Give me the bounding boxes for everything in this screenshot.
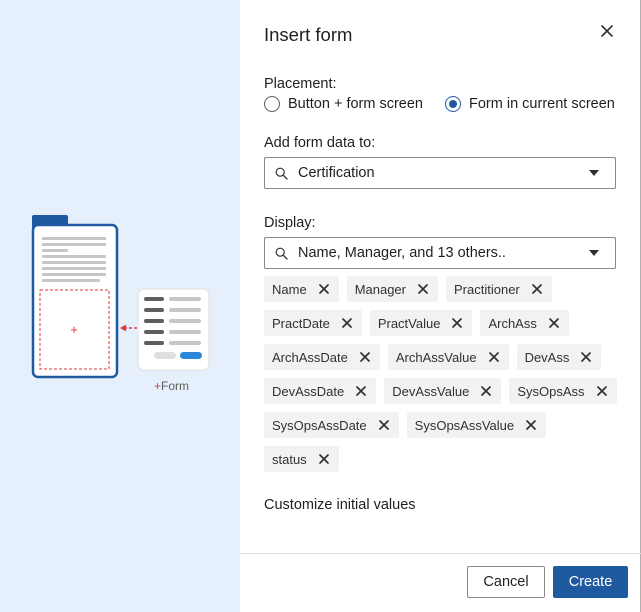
footer-divider (240, 553, 641, 554)
field-tag: DevAss (516, 344, 602, 370)
search-icon (275, 246, 289, 260)
field-tag: SysOpsAssDate (264, 412, 399, 438)
chevron-down-icon[interactable] (589, 170, 599, 176)
data-source-value: Certification (298, 165, 375, 181)
cancel-button[interactable]: Cancel (467, 566, 545, 598)
display-fields-combobox[interactable]: Name, Manager, and 13 others.. (264, 237, 616, 269)
field-tag: ArchAssDate (264, 344, 380, 370)
create-button[interactable]: Create (553, 566, 628, 598)
radio-circle-checked[interactable] (445, 96, 461, 112)
field-tag: PractDate (264, 310, 362, 336)
remove-tag-icon[interactable] (487, 350, 501, 364)
remove-tag-icon[interactable] (579, 350, 593, 364)
display-label: Display: (264, 215, 316, 231)
data-source-label: Add form data to: (264, 135, 376, 151)
close-icon (601, 25, 613, 37)
radio-form-current-screen[interactable]: Form in current screen (445, 96, 615, 112)
form-caption: +Form (154, 379, 189, 393)
dialog-title: Insert form (264, 24, 353, 45)
chevron-down-icon[interactable] (589, 250, 599, 256)
field-tag: status (264, 446, 339, 472)
remove-tag-icon[interactable] (416, 282, 430, 296)
field-tag: ArchAss (480, 310, 569, 336)
search-icon (275, 166, 289, 180)
radio-button-form-screen[interactable]: Button + form screen (264, 96, 423, 112)
arrow-head-icon (120, 324, 126, 332)
selected-fields-list: Name Manager Practitioner PractDate Prac… (264, 276, 624, 480)
field-tag: Manager (346, 276, 438, 302)
customize-initial-values-link[interactable]: Customize initial values (264, 497, 416, 513)
remove-tag-icon[interactable] (450, 316, 464, 330)
field-tag: Practitioner (446, 276, 552, 302)
field-tag: PractValue (369, 310, 473, 336)
insert-form-dialog: Insert form Placement: Button + form scr… (240, 0, 641, 612)
radio-label: Button + form screen (288, 96, 423, 112)
remove-tag-icon[interactable] (354, 384, 368, 398)
remove-tag-icon[interactable] (340, 316, 354, 330)
remove-tag-icon[interactable] (317, 452, 331, 466)
remove-tag-icon[interactable] (479, 384, 493, 398)
remove-tag-icon[interactable] (547, 316, 561, 330)
slot-plus-icon: + (70, 322, 78, 337)
form-illustration: + +Form (31, 215, 210, 393)
field-tag: Name (264, 276, 339, 302)
screen-shape (31, 223, 119, 379)
remove-tag-icon[interactable] (530, 282, 544, 296)
close-button[interactable] (596, 20, 618, 42)
remove-tag-icon[interactable] (595, 384, 609, 398)
display-fields-value: Name, Manager, and 13 others.. (298, 245, 506, 261)
data-source-combobox[interactable]: Certification (264, 157, 616, 189)
remove-tag-icon[interactable] (317, 282, 331, 296)
placement-label: Placement: (264, 76, 337, 92)
radio-circle-unchecked[interactable] (264, 96, 280, 112)
field-tag: SysOpsAss (509, 378, 617, 404)
field-tag: SysOpsAssValue (406, 412, 547, 438)
remove-tag-icon[interactable] (358, 350, 372, 364)
field-tag: DevAssValue (384, 378, 502, 404)
remove-tag-icon[interactable] (377, 418, 391, 432)
illustration-panel: + +Form (0, 0, 240, 612)
field-tag: DevAssDate (264, 378, 377, 404)
radio-label: Form in current screen (469, 96, 615, 112)
remove-tag-icon[interactable] (524, 418, 538, 432)
field-tag: ArchAssValue (387, 344, 509, 370)
